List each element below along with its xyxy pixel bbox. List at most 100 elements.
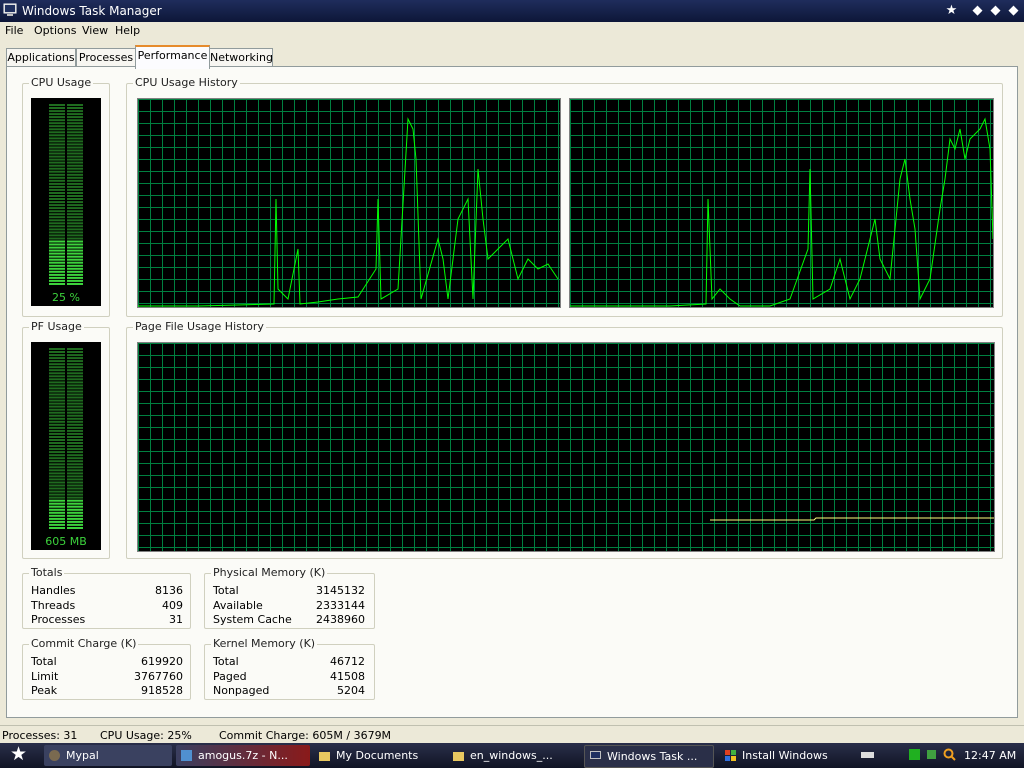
meter-segment (67, 270, 83, 273)
meter-segment (67, 279, 83, 282)
meter-segment (49, 234, 65, 237)
taskbar-item-mypal[interactable]: Mypal (44, 745, 172, 766)
meter-segment (49, 128, 65, 131)
meter-segment (49, 122, 65, 125)
minimize-button[interactable]: ◆ (969, 2, 986, 19)
meter-segment (49, 481, 65, 484)
menu-view[interactable]: View (82, 24, 108, 37)
meter-segment (67, 140, 83, 143)
meter-segment (49, 119, 65, 122)
meter-segment (49, 460, 65, 463)
tab-processes[interactable]: Processes (76, 48, 136, 67)
meter-segment (67, 432, 83, 435)
meter-segment (49, 363, 65, 366)
stat-row: Total 3145132 (213, 584, 365, 599)
cpu-history-graph-core-1 (137, 98, 561, 308)
meter-segment (67, 213, 83, 216)
meter-segment (49, 276, 65, 279)
meter-segment (49, 457, 65, 460)
pf-history-graph (137, 342, 995, 552)
meter-segment (67, 372, 83, 375)
meter-segment (49, 283, 65, 285)
meter-segment (67, 393, 83, 396)
meter-segment (49, 179, 65, 182)
meter-segment (67, 454, 83, 457)
menu-file[interactable]: File (5, 24, 23, 37)
taskbar-item-en-windows[interactable]: en_windows_... (448, 745, 580, 766)
stat-value: 3767760 (134, 670, 183, 683)
meter-segment (67, 188, 83, 191)
meter-segment (49, 107, 65, 109)
stat-key: Paged (213, 670, 247, 683)
network-icon[interactable] (925, 748, 938, 761)
physical-memory-group: Physical Memory (K) Total 3145132 Availab… (204, 566, 375, 629)
star-icon[interactable]: ★ (943, 2, 960, 19)
meter-segment (49, 514, 65, 517)
meter-segment (67, 128, 83, 131)
meter-segment (67, 182, 83, 185)
close-button[interactable]: ◆ (1005, 2, 1022, 19)
tab-applications[interactable]: Applications (6, 48, 76, 67)
keyboard-icon[interactable] (861, 748, 874, 761)
menu-help[interactable]: Help (115, 24, 140, 37)
meter-segment (67, 460, 83, 463)
meter-segment (67, 408, 83, 411)
maximize-button[interactable]: ◆ (987, 2, 1004, 19)
taskbar-item-amogus[interactable]: amogus.7z - N... (176, 745, 310, 766)
meter-segment (67, 496, 83, 499)
folder-icon (453, 752, 464, 761)
pf-usage-meter: 605 MB (31, 342, 101, 550)
taskbar-item-label: Install Windows (742, 749, 828, 762)
meter-segment (49, 104, 65, 106)
taskbar-item-my-documents[interactable]: My Documents (314, 745, 446, 766)
meter-segment (49, 348, 65, 350)
meter-segment (67, 475, 83, 478)
meter-segment (67, 384, 83, 387)
meter-segment (67, 511, 83, 514)
meter-segment (67, 390, 83, 393)
meter-segment (67, 261, 83, 264)
tab-networking[interactable]: Networking (209, 48, 273, 67)
meter-segment (49, 207, 65, 210)
meter-segment (49, 176, 65, 179)
meter-segment (67, 451, 83, 454)
taskbar-item-task-manager[interactable]: Windows Task ... (584, 745, 714, 768)
meter-segment (67, 493, 83, 496)
meter-segment (67, 161, 83, 164)
meter-segment (67, 210, 83, 213)
meter-segment (49, 408, 65, 411)
meter-segment (67, 357, 83, 360)
stat-value: 5204 (337, 684, 365, 697)
meter-segment (49, 270, 65, 273)
cpu-meter-tray-icon[interactable] (908, 748, 921, 761)
meter-segment (67, 439, 83, 441)
meter-segment (67, 520, 83, 523)
stat-key: Limit (31, 670, 59, 683)
menu-options[interactable]: Options (34, 24, 76, 37)
meter-segment (49, 445, 65, 448)
meter-segment (67, 348, 83, 350)
meter-segment (49, 490, 65, 493)
stat-value: 8136 (155, 584, 183, 597)
meter-segment (67, 514, 83, 517)
meter-segment (67, 219, 83, 222)
meter-segment (49, 502, 65, 505)
taskbar-item-label: My Documents (336, 749, 419, 762)
stat-row: Available 2333144 (213, 599, 365, 614)
search-icon[interactable] (943, 748, 956, 761)
cpu-usage-meter: 25 % (31, 98, 101, 306)
meter-segment (49, 396, 65, 399)
meter-segment (49, 360, 65, 363)
meter-segment (67, 527, 83, 529)
meter-segment (49, 402, 65, 405)
tab-performance[interactable]: Performance (135, 45, 210, 69)
meter-segment (67, 448, 83, 451)
meter-segment (49, 411, 65, 414)
start-button[interactable]: ★ (4, 744, 34, 766)
meter-segment (49, 137, 65, 140)
meter-segment (49, 198, 65, 200)
cpu-core-2-line (570, 117, 993, 307)
meter-segment (67, 225, 83, 228)
taskbar-item-install-windows[interactable]: Install Windows (720, 745, 848, 766)
meter-segment (67, 201, 83, 204)
